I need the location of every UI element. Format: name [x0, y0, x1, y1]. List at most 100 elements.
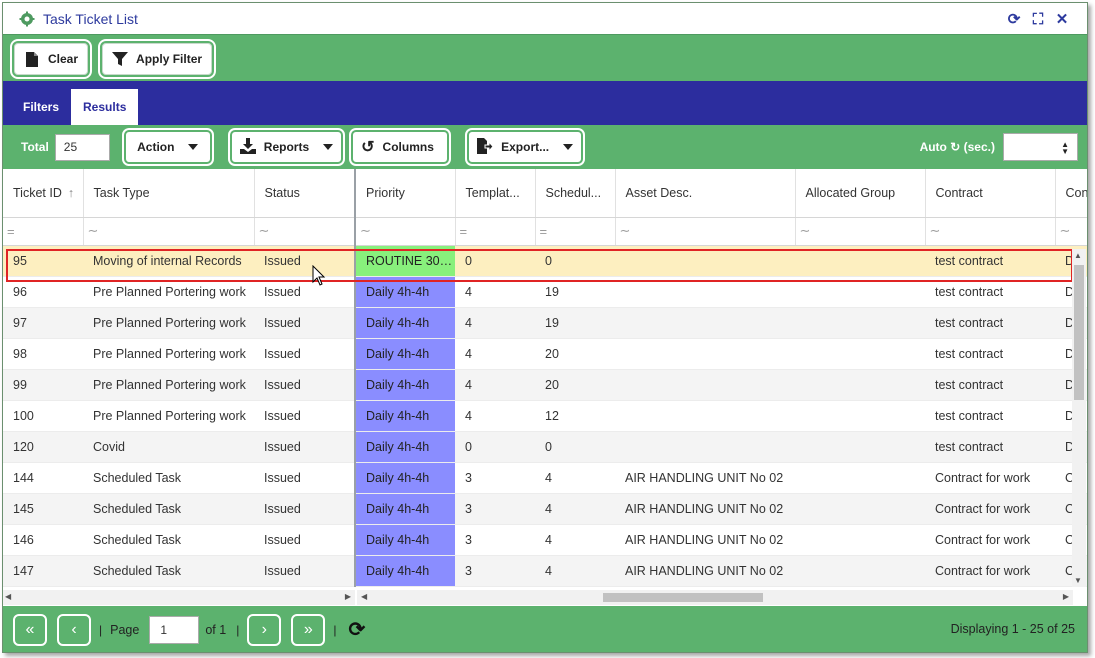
vertical-scroll-thumb[interactable]	[1074, 265, 1084, 400]
contains-filter-icon[interactable]: ∼	[800, 223, 811, 238]
table-row[interactable]: 146 Scheduled Task Issued Daily 4h-4h 3 4 AIR …	[3, 524, 1087, 556]
contains-filter-icon[interactable]: ∼	[360, 223, 371, 238]
tab-filters[interactable]: Filters	[11, 89, 71, 125]
scroll-right-icon[interactable]: ▶	[1063, 592, 1069, 601]
column-header-label: Ticket ID	[13, 185, 62, 200]
export-label: Export...	[501, 140, 550, 154]
cell-sched: 20	[535, 369, 615, 401]
cell-status: Issued	[254, 276, 356, 308]
column-filter[interactable]: ∼	[254, 217, 356, 246]
column-header[interactable]: Task Type	[83, 169, 255, 218]
cell-templ: 3	[455, 524, 535, 556]
apply-filter-button[interactable]: Apply Filter	[98, 39, 217, 79]
action-dropdown[interactable]: Action	[121, 128, 214, 166]
maximize-icon[interactable]: ⛶	[1029, 10, 1047, 28]
total-field[interactable]: 25	[54, 133, 110, 161]
table-row[interactable]: 147 Scheduled Task Issued Daily 4h-4h 3 4 AIR …	[3, 555, 1087, 587]
column-filter[interactable]: ∼	[1055, 217, 1087, 246]
column-header[interactable]: Schedul...	[535, 169, 616, 218]
column-header-label: Templat...	[465, 185, 520, 200]
cell-sched: 4	[535, 462, 615, 494]
column-filter[interactable]: =	[455, 217, 536, 246]
cell-priority: Daily 4h-4h	[355, 493, 455, 525]
table-row[interactable]: 120 Covid Issued Daily 4h-4h 0 0 test contract…	[3, 431, 1087, 463]
vertical-scrollbar[interactable]: ▲ ▼	[1072, 249, 1086, 587]
contains-filter-icon[interactable]: ∼	[620, 223, 631, 238]
chevron-down-icon	[188, 144, 199, 150]
auto-refresh-spinner[interactable]: ▲ ▼	[1003, 133, 1078, 161]
horizontal-scrollbar-right[interactable]: ◀ ▶	[357, 590, 1073, 605]
contains-filter-icon[interactable]: ∼	[1060, 223, 1071, 238]
spinner-arrows-icon[interactable]: ▲ ▼	[1061, 141, 1069, 156]
sort-ascending-icon[interactable]: ↑	[68, 186, 74, 200]
column-header[interactable]: Con	[1055, 169, 1087, 218]
close-icon[interactable]: ✕	[1053, 10, 1071, 28]
page-input[interactable]: 1	[149, 615, 200, 644]
refresh-icon[interactable]: ⟳	[348, 617, 365, 642]
table-row[interactable]: 95 Moving of internal Records Issued ROUTIN…	[3, 245, 1087, 277]
next-page-button[interactable]: ›	[247, 613, 282, 646]
last-page-button[interactable]: »	[291, 613, 326, 646]
table-row[interactable]: 96 Pre Planned Portering work Issued Daily …	[3, 276, 1087, 308]
equals-filter-icon[interactable]: =	[460, 224, 468, 239]
cell-status: Issued	[254, 555, 356, 587]
chevron-left-icon: ‹	[71, 620, 77, 638]
cell-priority: Daily 4h-4h	[355, 400, 455, 432]
table-row[interactable]: 99 Pre Planned Portering work Issued Daily …	[3, 369, 1087, 401]
contains-filter-icon[interactable]: ∼	[930, 223, 941, 238]
cell-status: Issued	[254, 462, 356, 494]
column-filter[interactable]: =	[535, 217, 616, 246]
column-filter[interactable]: ∼	[83, 217, 255, 246]
scroll-up-icon[interactable]: ▲	[1074, 251, 1082, 260]
cell-sched: 0	[535, 245, 615, 277]
cell-sched: 0	[535, 431, 615, 463]
table-row[interactable]: 144 Scheduled Task Issued Daily 4h-4h 3 4 AIR …	[3, 462, 1087, 494]
equals-filter-icon[interactable]: =	[7, 224, 15, 239]
export-dropdown[interactable]: Export...	[465, 128, 586, 166]
column-header[interactable]: Status	[254, 169, 356, 218]
reports-dropdown[interactable]: Reports	[227, 128, 346, 166]
scroll-left-icon[interactable]: ◀	[361, 592, 367, 601]
prev-page-button[interactable]: ‹	[57, 613, 91, 646]
column-header[interactable]: Contract	[925, 169, 1056, 218]
table-row[interactable]: 97 Pre Planned Portering work Issued Daily …	[3, 307, 1087, 339]
horizontal-scroll-thumb[interactable]	[603, 593, 763, 602]
contains-filter-icon[interactable]: ∼	[259, 223, 270, 238]
column-filter[interactable]: ∼	[355, 217, 456, 246]
export-icon	[477, 137, 494, 157]
column-header[interactable]: Allocated Group	[795, 169, 926, 218]
equals-filter-icon[interactable]: =	[540, 224, 548, 239]
cell-status: Issued	[254, 369, 356, 401]
column-filter[interactable]: ∼	[615, 217, 796, 246]
refresh-icon[interactable]: ⟳	[1005, 10, 1023, 28]
tab-results[interactable]: Results	[71, 89, 139, 125]
table-row[interactable]: 98 Pre Planned Portering work Issued Daily …	[3, 338, 1087, 370]
cell-contract: Contract for work	[925, 555, 1055, 587]
cell-templ: 4	[455, 307, 535, 339]
scroll-left-icon[interactable]: ◀	[5, 592, 11, 601]
first-page-button[interactable]: «	[13, 613, 47, 646]
column-header[interactable]: Asset Desc.	[615, 169, 796, 218]
filter-icon	[112, 51, 129, 67]
cell-id: 99	[3, 369, 83, 401]
column-header[interactable]: Templat...	[455, 169, 536, 218]
column-filter[interactable]: ∼	[795, 217, 926, 246]
cell-type: Moving of internal Records	[83, 245, 254, 277]
double-chevron-left-icon: «	[25, 620, 35, 638]
horizontal-scrollbar-left[interactable]: ◀ ▶	[3, 590, 355, 605]
columns-label: Columns	[382, 140, 434, 154]
column-filter[interactable]: ∼	[925, 217, 1056, 246]
columns-button[interactable]: ↺ Columns	[349, 128, 452, 166]
table-row[interactable]: 145 Scheduled Task Issued Daily 4h-4h 3 4 AIR …	[3, 493, 1087, 525]
scroll-down-icon[interactable]: ▼	[1074, 576, 1082, 585]
scroll-right-icon[interactable]: ▶	[345, 592, 351, 601]
table-row[interactable]: 100 Pre Planned Portering work Issued Daily…	[3, 400, 1087, 432]
column-filter[interactable]: =	[3, 217, 84, 246]
cell-status: Issued	[254, 431, 356, 463]
cell-sched: 4	[535, 493, 615, 525]
column-header[interactable]: Priority	[355, 169, 456, 218]
contains-filter-icon[interactable]: ∼	[88, 223, 99, 238]
window-title: Task Ticket List	[43, 10, 138, 27]
clear-button[interactable]: Clear	[9, 39, 93, 79]
column-header[interactable]: Ticket ID ↑	[3, 169, 84, 218]
